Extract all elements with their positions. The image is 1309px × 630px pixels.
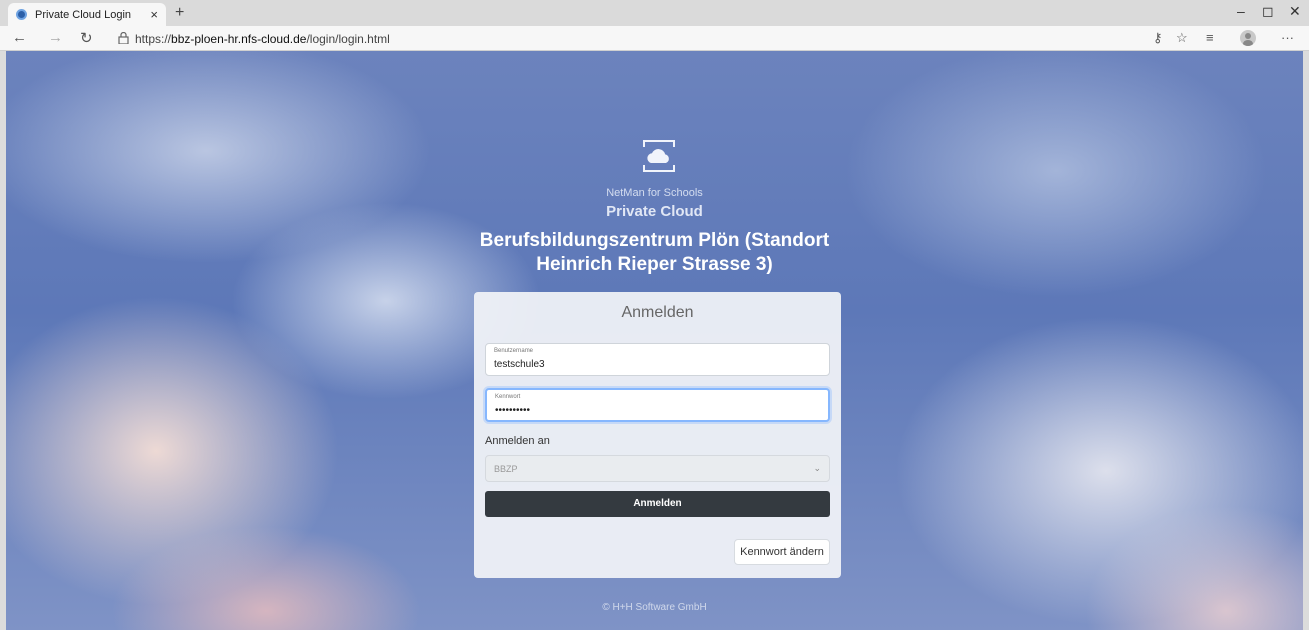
school-name: Berufsbildungszentrum Plön (Standort Hei… [6,229,1303,277]
minimize-icon[interactable]: – [1237,3,1245,19]
copyright: © H+H Software GmbH [602,602,707,613]
password-value[interactable]: •••••••••• [495,405,530,416]
password-label: Kennwort [495,394,521,400]
tab-close-icon[interactable]: × [150,7,158,22]
brand-title: Private Cloud [606,203,703,220]
username-value[interactable]: testschule3 [494,359,545,370]
login-card: Anmelden Benutzername testschule3 Kennwo… [474,292,841,578]
browser-tab-bar: Private Cloud Login × + – ◻ ✕ [0,0,1309,26]
back-icon[interactable]: ← [12,29,27,46]
url-path: /login/login.html [306,32,390,46]
lock-icon [118,32,129,44]
more-icon[interactable]: ··· [1281,30,1294,45]
window-close-icon[interactable]: ✕ [1289,3,1301,20]
username-label: Benutzername [494,348,534,354]
tab-title: Private Cloud Login [35,8,132,21]
favorites-list-icon[interactable]: ≡ [1206,30,1214,45]
key-icon[interactable]: ⚷ [1153,30,1163,46]
password-field[interactable]: Kennwort •••••••••• [485,388,830,422]
chevron-down-icon: ⌄ [813,463,821,473]
url-prefix: https:// [135,32,172,46]
url-field[interactable]: https://bbz-ploen-hr.nfs-cloud.de/login/… [135,32,390,46]
username-field[interactable]: Benutzername testschule3 [485,343,830,376]
browser-address-bar: ← → ↻ https://bbz-ploen-hr.nfs-cloud.de/… [0,26,1309,51]
profile-icon[interactable] [1240,30,1256,46]
change-password-button[interactable]: Kennwort ändern [734,539,830,565]
site-favicon-icon [16,9,27,20]
login-page: NetMan for Schools Private Cloud Berufsb… [6,51,1303,630]
login-title: Anmelden [621,304,694,321]
login-button[interactable]: Anmelden [485,491,830,517]
school-name-line2: Heinrich Rieper Strasse 3) [536,254,773,275]
maximize-icon[interactable]: ◻ [1262,3,1274,20]
forward-icon[interactable]: → [48,29,63,46]
domain-select-value: BBZP [494,464,518,474]
browser-tab[interactable]: Private Cloud Login × [8,3,166,26]
domain-label: Anmelden an [485,435,550,447]
refresh-icon[interactable]: ↻ [80,29,93,47]
brand-subtitle: NetMan for Schools [606,187,703,199]
private-cloud-logo-icon [643,140,675,172]
school-name-line1: Berufsbildungszentrum Plön (Standort [479,230,830,251]
favorite-star-icon[interactable]: ☆ [1176,30,1188,46]
domain-select[interactable]: BBZP ⌄ [485,455,830,482]
new-tab-button[interactable]: + [175,4,184,22]
url-host: bbz-ploen-hr.nfs-cloud.de [171,32,307,46]
